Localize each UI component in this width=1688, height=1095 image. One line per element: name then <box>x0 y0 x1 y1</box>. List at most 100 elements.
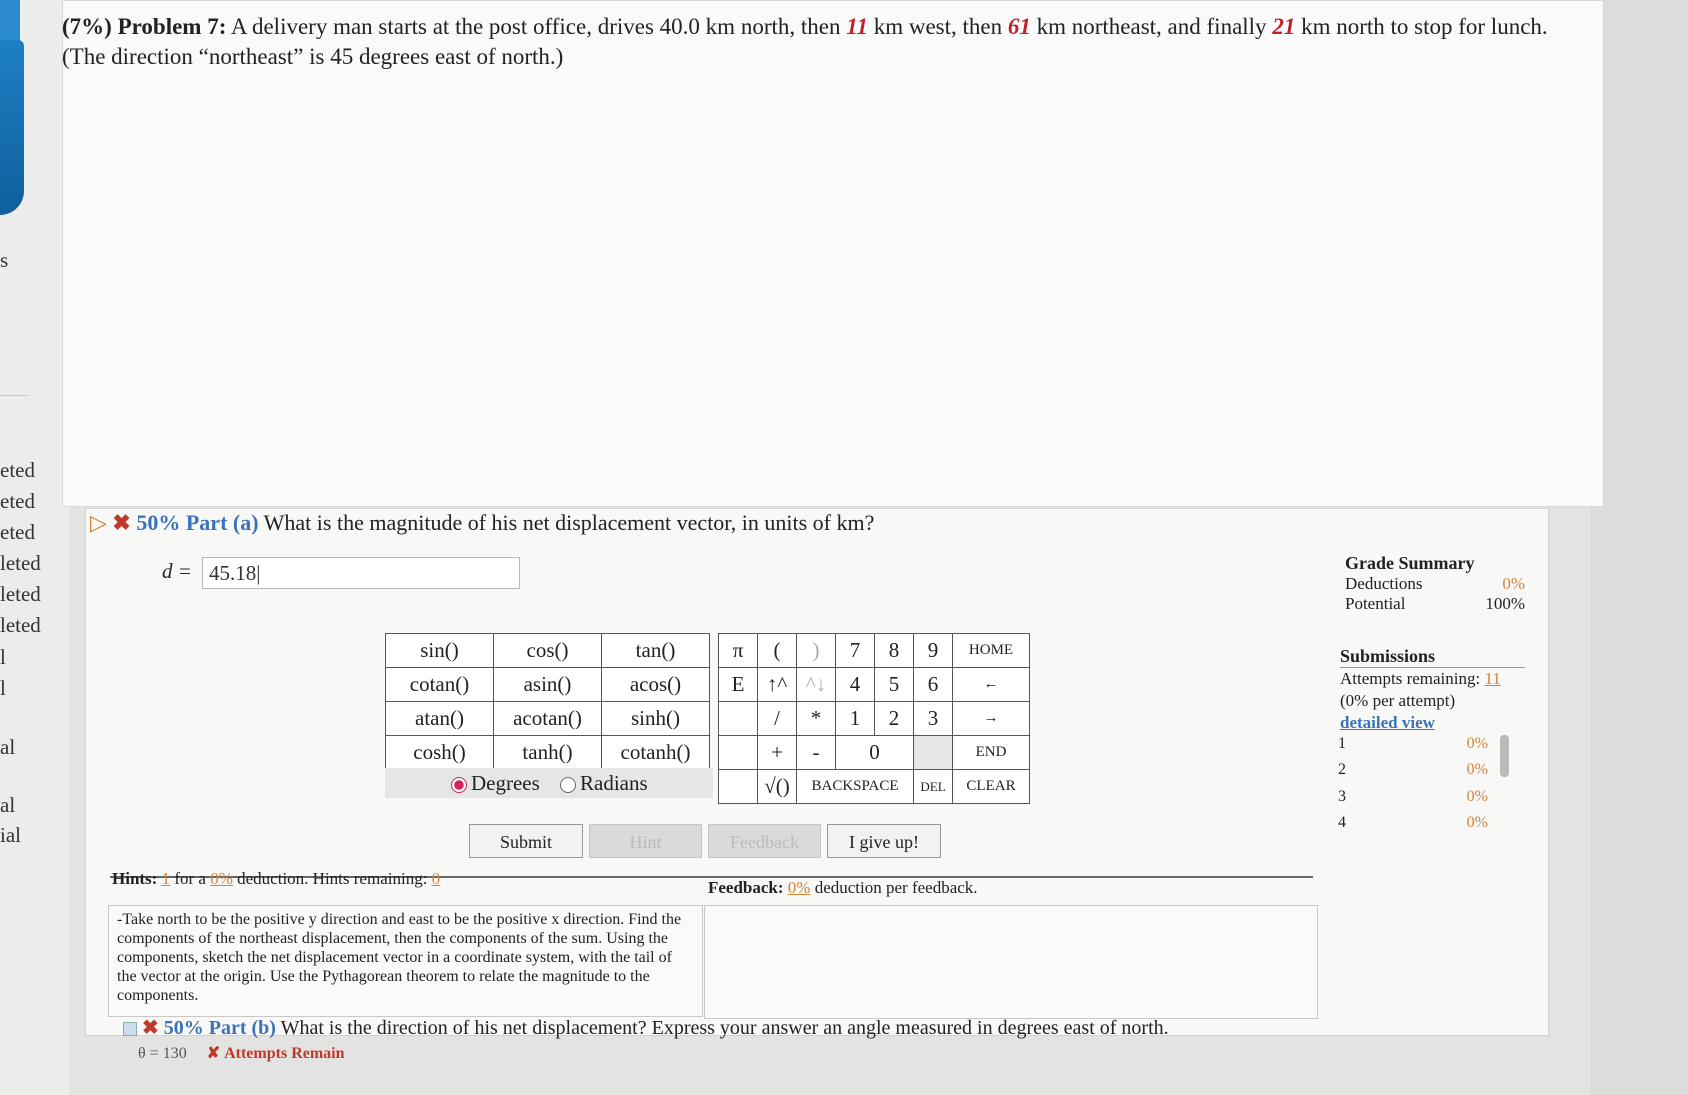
key-5[interactable]: 5 <box>874 667 914 702</box>
hints-remaining: 0 <box>431 869 441 888</box>
key-7[interactable]: 7 <box>835 633 875 668</box>
radians-option[interactable]: Radians <box>560 771 648 796</box>
key-cosh[interactable]: cosh() <box>385 735 494 770</box>
key-sin[interactable]: sin() <box>385 633 494 668</box>
key-3[interactable]: 3 <box>913 701 953 736</box>
part-b-label[interactable]: Part (b) <box>209 1017 276 1039</box>
key-pi[interactable]: π <box>718 633 758 668</box>
part-b-answer-line: θ = 130 ✘ Attempts Remain <box>138 1043 345 1063</box>
left-sidebar: s eted eted eted leted leted leted l l a… <box>0 0 70 1095</box>
detailed-view-link[interactable]: detailed view <box>1340 712 1525 734</box>
sidebar-item[interactable]: eted <box>0 458 35 483</box>
part-a-percent: 50% <box>136 510 181 535</box>
key-up[interactable]: ↑^ <box>757 667 797 702</box>
key-0[interactable]: 0 <box>835 735 914 770</box>
key-asin[interactable]: asin() <box>493 667 602 702</box>
grade-summary-title: Grade Summary <box>1345 553 1475 573</box>
attempts-scrollbar[interactable] <box>1500 735 1509 777</box>
key-left-arrow[interactable]: ← <box>952 667 1030 702</box>
part-a-question: What is the magnitude of his net displac… <box>263 510 875 535</box>
submissions-title: Submissions <box>1340 645 1525 668</box>
key-right-arrow[interactable]: → <box>952 701 1030 736</box>
sidebar-item[interactable]: al <box>0 793 15 818</box>
sidebar-item[interactable]: leted <box>0 582 41 607</box>
key-1[interactable]: 1 <box>835 701 875 736</box>
feedback-line: Feedback: 0% deduction per feedback. <box>708 878 978 898</box>
key-empty <box>718 769 758 804</box>
feedback-value: 0% <box>787 878 811 897</box>
key-cos[interactable]: cos() <box>493 633 602 668</box>
key-rparen[interactable]: ) <box>796 633 836 668</box>
radio-unselected-icon[interactable] <box>560 777 576 794</box>
key-backspace[interactable]: BACKSPACE <box>796 769 914 804</box>
degrees-option[interactable]: Degrees <box>451 771 540 796</box>
key-acotan[interactable]: acotan() <box>493 701 602 736</box>
attempt-percent: 0% <box>1466 814 1488 831</box>
incorrect-icon: ✖ <box>112 510 131 535</box>
key-plus[interactable]: + <box>757 735 797 770</box>
attempt-number: 4 <box>1338 814 1346 831</box>
key-end[interactable]: END <box>952 735 1030 770</box>
hints-for-a: for a <box>174 869 206 888</box>
key-sqrt[interactable]: √() <box>757 769 797 804</box>
collapse-icon[interactable] <box>123 1022 137 1037</box>
key-cotanh[interactable]: cotanh() <box>601 735 710 770</box>
sidebar-item[interactable]: al <box>0 735 15 760</box>
key-empty <box>718 735 758 770</box>
hints-suffix: deduction. Hints remaining: <box>237 869 428 888</box>
key-minus[interactable]: - <box>796 735 836 770</box>
key-2[interactable]: 2 <box>874 701 914 736</box>
sidebar-item[interactable]: leted <box>0 613 41 638</box>
function-keypad: sin() cos() tan() cotan() asin() acos() … <box>385 633 710 770</box>
key-4[interactable]: 4 <box>835 667 875 702</box>
sidebar-item[interactable]: eted <box>0 489 35 514</box>
angle-mode-selector: Degrees Radians <box>385 768 713 798</box>
key-cotan[interactable]: cotan() <box>385 667 494 702</box>
feedback-suffix: deduction per feedback. <box>814 878 978 897</box>
key-8[interactable]: 8 <box>874 633 914 668</box>
key-e[interactable]: E <box>718 667 758 702</box>
attempt-percent: 0% <box>1466 735 1488 752</box>
sidebar-item[interactable]: l <box>0 645 6 670</box>
sidebar-item[interactable]: eted <box>0 520 35 545</box>
submit-button[interactable]: Submit <box>469 824 583 858</box>
key-multiply[interactable]: * <box>796 701 836 736</box>
hints-line: Hints: 1 for a 0% deduction. Hints remai… <box>112 869 440 889</box>
key-divide[interactable]: / <box>757 701 797 736</box>
key-clear[interactable]: CLEAR <box>952 769 1030 804</box>
problem-text: km west, then <box>873 14 1003 39</box>
key-del[interactable]: DEL <box>913 769 953 804</box>
sidebar-divider <box>0 395 28 396</box>
feedback-box <box>704 905 1318 1019</box>
key-lparen[interactable]: ( <box>757 633 797 668</box>
key-down[interactable]: ^↓ <box>796 667 836 702</box>
hint-button[interactable]: Hint <box>589 824 702 858</box>
key-6[interactable]: 6 <box>913 667 953 702</box>
numeric-keypad: π ( ) 7 8 9 HOME E ↑^ ^↓ 4 5 6 ← / * 1 2… <box>718 633 1030 804</box>
sidebar-item[interactable]: l <box>0 676 6 701</box>
key-empty <box>718 701 758 736</box>
sidebar-item[interactable]: ial <box>0 823 21 848</box>
key-empty <box>913 735 953 770</box>
give-up-button[interactable]: I give up! <box>827 824 941 858</box>
feedback-label: Feedback: <box>708 878 784 897</box>
attempts-remain-status: ✘ Attempts Remain <box>206 1045 345 1062</box>
expand-arrow-icon[interactable]: ▷ <box>90 510 107 535</box>
feedback-button[interactable]: Feedback <box>708 824 821 858</box>
answer-input[interactable] <box>202 557 520 589</box>
key-tan[interactable]: tan() <box>601 633 710 668</box>
attempt-number: 2 <box>1338 761 1346 778</box>
key-9[interactable]: 9 <box>913 633 953 668</box>
key-acos[interactable]: acos() <box>601 667 710 702</box>
problem-number: Problem 7: <box>117 14 227 39</box>
problem-text: km northeast, and finally <box>1036 14 1267 39</box>
radio-selected-icon[interactable] <box>451 777 467 794</box>
incorrect-icon: ✖ <box>142 1017 159 1039</box>
key-tanh[interactable]: tanh() <box>493 735 602 770</box>
key-home[interactable]: HOME <box>952 633 1030 668</box>
hints-label: Hints: <box>112 869 158 888</box>
radians-label: Radians <box>580 771 648 795</box>
key-atan[interactable]: atan() <box>385 701 494 736</box>
key-sinh[interactable]: sinh() <box>601 701 710 736</box>
sidebar-item[interactable]: leted <box>0 551 41 576</box>
